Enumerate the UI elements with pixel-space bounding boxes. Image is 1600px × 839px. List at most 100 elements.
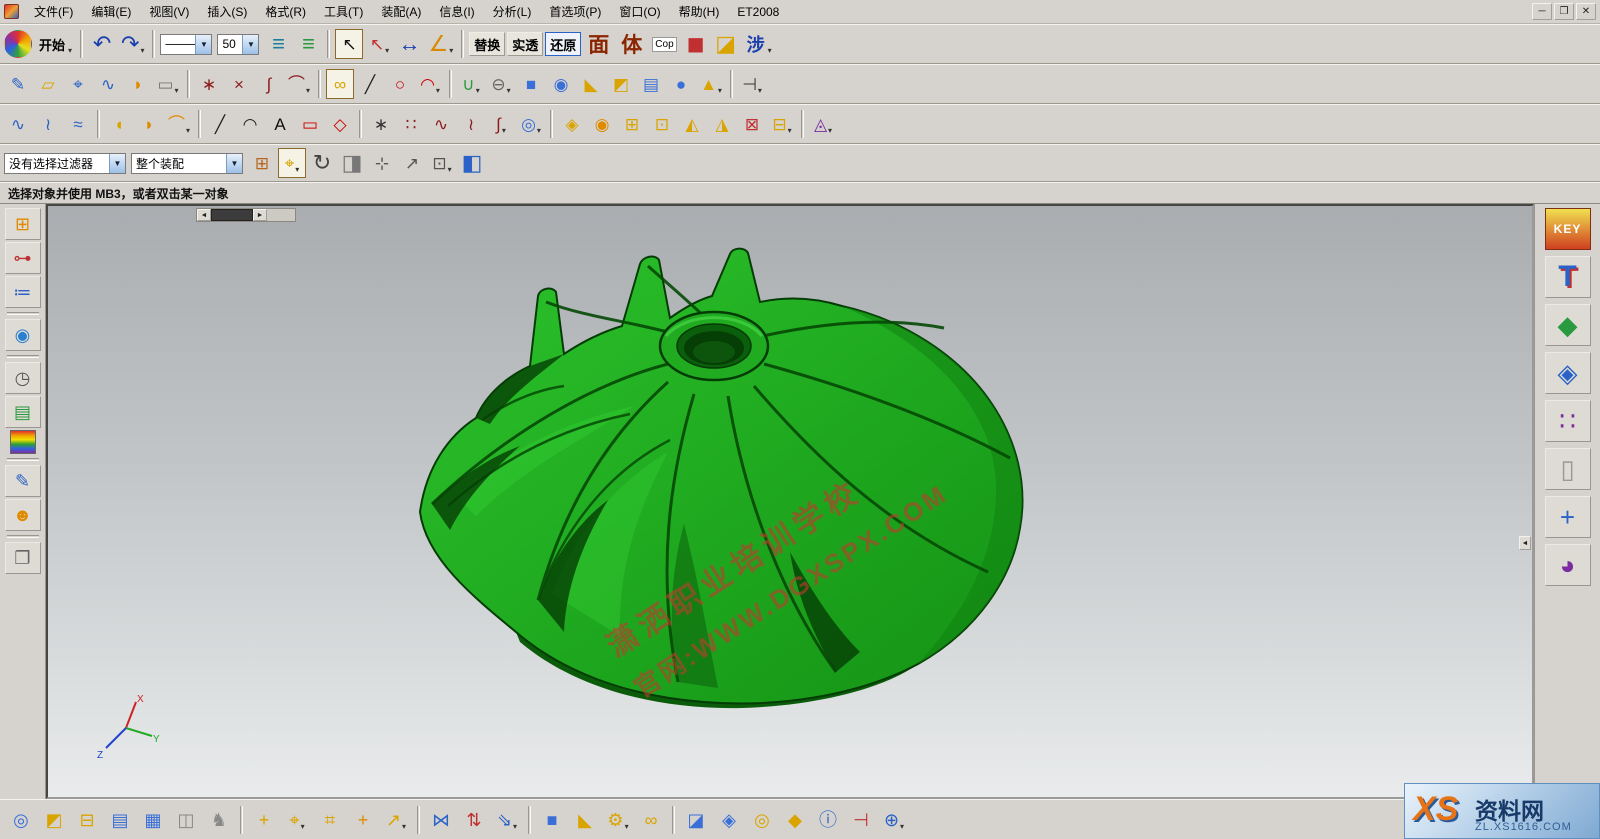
rect-select-button[interactable]: ⊡▾ (428, 148, 456, 178)
face-button[interactable]: 面 (583, 29, 614, 59)
join-curve-button[interactable]: ∞ (326, 69, 354, 99)
pocket-button[interactable]: ⊟ (72, 805, 102, 835)
menu-item-7[interactable]: 信息(I) (430, 1, 483, 22)
revolve-button[interactable]: ◗ (124, 69, 152, 99)
flange-surface-button[interactable]: ⌒▾ (165, 109, 193, 139)
project-curve-button-dropdown-arrow[interactable]: ▾ (306, 86, 310, 98)
menu-item-12[interactable]: ET2008 (728, 3, 788, 21)
constraint-button[interactable]: ⊣▾ (738, 69, 766, 99)
body-button[interactable]: 体 (616, 29, 647, 59)
arc-tool-button[interactable]: ◠ (236, 109, 264, 139)
exploded-view-button[interactable]: ◈ (714, 805, 744, 835)
line-tool-button[interactable]: ╱ (206, 109, 234, 139)
datum-plane-button[interactable]: ▱ (34, 69, 62, 99)
line-width-select-arrow[interactable]: ▼ (242, 35, 258, 54)
scroll-left-button[interactable]: ◄ (197, 209, 211, 221)
sphere-button[interactable]: ● (667, 69, 695, 99)
undo-button[interactable]: ↶ (88, 29, 116, 59)
rect-select-button-dropdown-arrow[interactable]: ▾ (448, 165, 452, 177)
menu-item-4[interactable]: 格式(R) (256, 1, 315, 22)
shaded-view-button[interactable]: ◨ (338, 148, 366, 178)
maximize-button[interactable]: ❐ (1554, 3, 1574, 20)
purple-ball-button[interactable]: ◕ (1545, 544, 1591, 586)
menu-item-11[interactable]: 帮助(H) (670, 1, 729, 22)
transform-button[interactable]: ↗▾ (381, 805, 411, 835)
trim-body-button[interactable]: ◭ (678, 109, 706, 139)
snap-point-button-dropdown-arrow[interactable]: ▾ (295, 165, 299, 177)
menu-item-9[interactable]: 首选项(P) (540, 1, 610, 22)
wrap-curve-button[interactable]: ∫▾ (487, 109, 515, 139)
minimize-button[interactable]: ─ (1532, 3, 1552, 20)
assembly-search-button[interactable]: ⊞ (248, 148, 276, 178)
gem-feature-button[interactable]: ◆ (780, 805, 810, 835)
wrap-geometry-button[interactable]: ◉ (588, 109, 616, 139)
shape-morph-button[interactable]: ♞ (204, 805, 234, 835)
close-button[interactable]: ✕ (1576, 3, 1596, 20)
bounded-plane-button[interactable]: ◖ (105, 109, 133, 139)
impeller-3d-model[interactable] (412, 244, 1052, 724)
key-button[interactable]: KEY (1545, 208, 1591, 250)
through-curves-button[interactable]: ≀ (34, 109, 62, 139)
boss-button[interactable]: ◩ (607, 69, 635, 99)
history-button[interactable]: ◷ (5, 362, 41, 394)
cylinder-button[interactable]: ◉ (547, 69, 575, 99)
layer-settings-button[interactable]: ≡ (264, 29, 292, 59)
reuse-library-button[interactable]: ◉ (5, 319, 41, 351)
point-set-button[interactable]: ∷ (397, 109, 425, 139)
line-style-select[interactable]: ────▼ (160, 34, 212, 55)
ring-feature-button[interactable]: ◎ (747, 805, 777, 835)
tube-button-dropdown-arrow[interactable]: ▾ (537, 126, 541, 138)
template-button[interactable]: T (1545, 256, 1591, 298)
groove-button[interactable]: ◫ (171, 805, 201, 835)
point-on-curve-button[interactable]: ∗ (195, 69, 223, 99)
type-filter-select-arrow[interactable]: ▼ (109, 154, 125, 173)
tube-button[interactable]: ◎▾ (517, 109, 545, 139)
red-cube-button[interactable]: ◼ (682, 29, 710, 59)
windows-panes-button[interactable]: ❐ (5, 542, 41, 574)
more-features-button[interactable]: ◬▾ (809, 109, 837, 139)
subtract-button-dropdown-arrow[interactable]: ▾ (507, 86, 511, 98)
ruled-surface-button[interactable]: ∿ (4, 109, 32, 139)
menu-item-6[interactable]: 装配(A) (372, 1, 430, 22)
type-filter-select[interactable]: 没有选择过滤器▼ (4, 153, 126, 174)
circle-button[interactable]: ○ (386, 69, 414, 99)
scroll-right-button[interactable]: ► (253, 209, 267, 221)
hole-button[interactable]: ◎ (6, 805, 36, 835)
viewport-hscrollbar[interactable]: ◄ ► (196, 208, 296, 222)
pattern-feature-button[interactable]: ⌗ (315, 805, 345, 835)
polygon-tool-button[interactable]: ◇ (326, 109, 354, 139)
redo-button[interactable]: ↷▾ (118, 29, 147, 59)
visualization-button[interactable]: ✎ (5, 465, 41, 497)
line-button[interactable]: ╱ (356, 69, 384, 99)
offset-face-button[interactable]: ⊞ (618, 109, 646, 139)
block-feature-button[interactable]: ■ (537, 805, 567, 835)
move-object-button[interactable]: + (249, 805, 279, 835)
menu-item-3[interactable]: 插入(S) (198, 1, 256, 22)
yellow-shell-button[interactable]: ◪ (712, 29, 740, 59)
remove-parameters-button[interactable]: ⊣ (846, 805, 876, 835)
wedge-feature-button[interactable]: ◣ (570, 805, 600, 835)
scale-body-button[interactable]: ⊡ (648, 109, 676, 139)
assembly-navigator-button[interactable]: ⊞ (5, 208, 41, 240)
merge-button-dropdown-arrow[interactable]: ▾ (513, 822, 517, 834)
green-fitting-button[interactable]: ◆ (1545, 304, 1591, 346)
text-tool-button[interactable]: A (266, 109, 294, 139)
joint-button-dropdown-arrow[interactable]: ▾ (625, 822, 629, 834)
rectangle-tool-button[interactable]: ▭ (296, 109, 324, 139)
start-button-dropdown-arrow[interactable]: ▾ (68, 46, 72, 58)
scope-filter-select-arrow[interactable]: ▼ (226, 154, 242, 173)
she-button-dropdown-arrow[interactable]: ▾ (768, 46, 772, 58)
blue-plus-button[interactable]: + (1545, 496, 1591, 538)
arc-button-dropdown-arrow[interactable]: ▾ (436, 86, 440, 98)
intersection-curve-button[interactable]: × (225, 69, 253, 99)
block-button[interactable]: ■ (517, 69, 545, 99)
true-shading-button[interactable]: 实透 (507, 32, 543, 56)
part-navigator-button[interactable]: ≔ (5, 276, 41, 308)
cone-button-dropdown-arrow[interactable]: ▾ (718, 86, 722, 98)
wrap-curve-button-dropdown-arrow[interactable]: ▾ (502, 126, 506, 138)
swept-button[interactable]: ≈ (64, 109, 92, 139)
mirror-assembly-button[interactable]: ⋈ (426, 805, 456, 835)
layer-category-button[interactable]: ≡ (294, 29, 322, 59)
section-curve-button[interactable]: ∫ (255, 69, 283, 99)
datum-target-button[interactable]: ⊕▾ (879, 805, 909, 835)
